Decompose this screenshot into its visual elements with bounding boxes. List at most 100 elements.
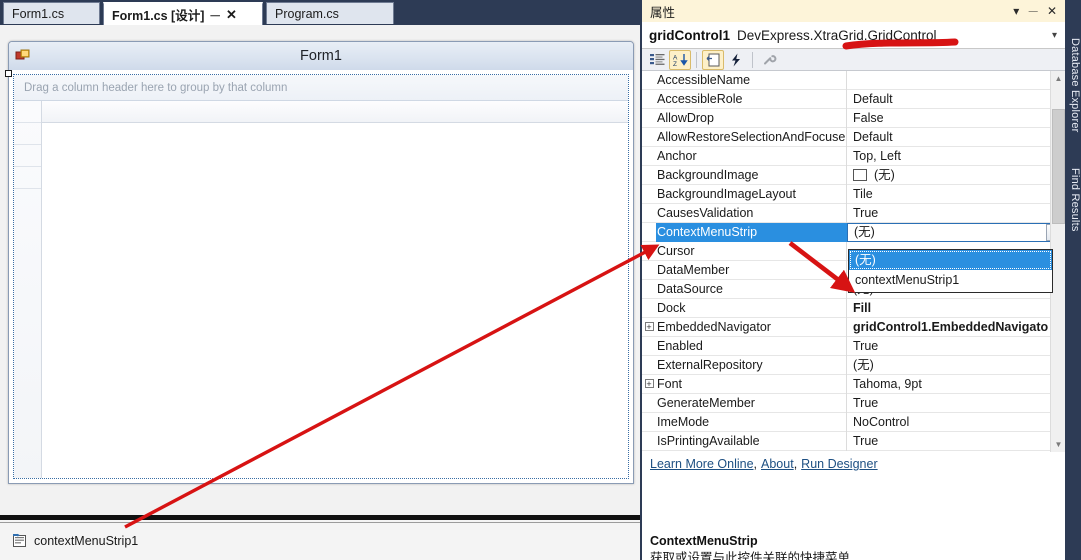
property-row[interactable]: Enabled True	[642, 336, 1065, 356]
expand-icon[interactable]: +	[642, 379, 656, 389]
learn-more-online-link[interactable]: Learn More Online	[650, 457, 754, 471]
property-value[interactable]: False	[847, 109, 1065, 128]
form-window[interactable]: Form1 Drag a column header here to group…	[5, 41, 634, 484]
property-name[interactable]: DataSource	[656, 279, 847, 299]
vtab-find-results[interactable]: Find Results	[1065, 152, 1081, 244]
property-name[interactable]: AccessibleName	[656, 71, 847, 90]
property-name[interactable]: DataMember	[656, 260, 847, 280]
property-name[interactable]: ImeMode	[656, 412, 847, 432]
image-preview-swatch	[853, 168, 867, 181]
vtab-database-explorer[interactable]: Database Explorer	[1065, 18, 1081, 148]
about-link[interactable]: About	[761, 457, 794, 471]
property-row[interactable]: ExternalRepository (无)	[642, 355, 1065, 375]
property-name[interactable]: AllowRestoreSelectionAndFocuse	[656, 127, 847, 147]
property-row[interactable]: Dock Fill	[642, 298, 1065, 318]
alphabetical-sort-button[interactable]: A Z	[669, 49, 691, 70]
tab-form1-cs-design[interactable]: Form1.cs [设计] ⏤ ✕	[103, 2, 263, 25]
object-selector-combobox[interactable]: gridControl1 DevExpress.XtraGrid.GridCon…	[642, 22, 1065, 49]
property-value[interactable]: Tahoma, 9pt	[847, 375, 1065, 394]
property-row[interactable]: ContextMenuStrip(无)▼	[642, 222, 1065, 242]
events-button[interactable]	[725, 50, 747, 70]
property-row[interactable]: AccessibleName	[642, 71, 1065, 90]
property-row[interactable]: AccessibleRole Default	[642, 89, 1065, 109]
pin-icon[interactable]: ⏤	[210, 9, 220, 21]
chevron-down-icon[interactable]: ▾	[1052, 30, 1061, 41]
close-icon[interactable]: ✕	[1047, 5, 1057, 17]
grid-group-panel-text: Drag a column header here to group by th…	[24, 81, 288, 94]
property-row[interactable]: CausesValidation True	[642, 203, 1065, 223]
property-row[interactable]: AllowRestoreSelectionAndFocuse Default	[642, 127, 1065, 147]
pin-icon[interactable]: ⏤	[1028, 5, 1038, 17]
property-name[interactable]: IsPrintingAvailable	[656, 431, 847, 451]
property-value[interactable]: gridControl1.EmbeddedNavigato	[847, 318, 1065, 337]
property-pages-button[interactable]	[758, 50, 780, 70]
property-row[interactable]: Anchor Top, Left	[642, 146, 1065, 166]
grid-row-indicator-column	[14, 101, 42, 478]
scroll-thumb[interactable]	[1052, 109, 1065, 224]
design-surface[interactable]: Form1 Drag a column header here to group…	[0, 25, 640, 520]
property-name[interactable]: Enabled	[656, 336, 847, 356]
property-value[interactable]	[847, 71, 1065, 90]
property-name[interactable]: EmbeddedNavigator	[656, 317, 847, 337]
property-value[interactable]: True	[847, 432, 1065, 451]
property-name[interactable]: GenerateMember	[656, 393, 847, 413]
property-value[interactable]: Tile	[847, 185, 1065, 204]
tab-label: Form1.cs [设计]	[112, 9, 205, 23]
window-menu-icon[interactable]: ▾	[1013, 5, 1019, 17]
property-value[interactable]: (无)	[847, 356, 1065, 375]
form-caption-bar: Form1	[9, 42, 633, 70]
properties-page-button[interactable]	[702, 49, 724, 70]
properties-titlebar[interactable]: 属性 ▾ ⏤ ✕	[642, 0, 1065, 22]
property-name[interactable]: AccessibleRole	[656, 89, 847, 109]
component-tray[interactable]: contextMenuStrip1	[0, 522, 640, 560]
dropdown-option[interactable]: contextMenuStrip1	[849, 270, 1052, 290]
property-value[interactable]: True	[847, 394, 1065, 413]
property-name[interactable]: ExternalRepository	[656, 355, 847, 375]
expand-icon[interactable]: +	[642, 322, 656, 332]
property-value[interactable]: Default	[847, 128, 1065, 147]
grid-data-area[interactable]	[42, 123, 628, 478]
property-row[interactable]: + Font Tahoma, 9pt	[642, 374, 1065, 394]
property-row[interactable]: IsPrintingAvailable True	[642, 431, 1065, 451]
property-name[interactable]: CausesValidation	[656, 203, 847, 223]
property-value[interactable]: (无)	[847, 166, 1065, 185]
property-value[interactable]: (无)▼	[847, 222, 1065, 242]
property-name[interactable]: BackgroundImage	[656, 165, 847, 185]
grid-group-panel[interactable]: Drag a column header here to group by th…	[14, 75, 628, 101]
tray-item-contextmenustrip1[interactable]: contextMenuStrip1	[12, 533, 138, 548]
property-name[interactable]: ContextMenuStrip	[656, 222, 847, 242]
tab-program-cs[interactable]: Program.cs	[266, 2, 394, 24]
property-name[interactable]: AllowDrop	[656, 108, 847, 128]
property-row[interactable]: GenerateMember True	[642, 393, 1065, 413]
property-value[interactable]: Default	[847, 90, 1065, 109]
categorized-view-button[interactable]	[646, 50, 668, 70]
property-row[interactable]: + EmbeddedNavigator gridControl1.EmbeddedN…	[642, 317, 1065, 337]
run-designer-link[interactable]: Run Designer	[801, 457, 877, 471]
property-value[interactable]: Fill	[847, 299, 1065, 318]
property-name[interactable]: Cursor	[656, 241, 847, 261]
property-value[interactable]: Top, Left	[847, 147, 1065, 166]
property-value[interactable]: NoControl	[847, 413, 1065, 432]
scroll-down-icon[interactable]: ▼	[1051, 437, 1066, 452]
grid-column-header-panel[interactable]	[14, 101, 628, 123]
property-name[interactable]: Font	[656, 374, 847, 394]
tab-form1-cs[interactable]: Form1.cs	[3, 2, 100, 24]
property-row[interactable]: BackgroundImage (无)	[642, 165, 1065, 185]
property-row[interactable]: BackgroundImageLayout Tile	[642, 184, 1065, 204]
contextmenustrip-dropdown-list[interactable]: (无) contextMenuStrip1	[848, 249, 1053, 293]
grid-indicator-cell	[14, 101, 41, 123]
property-name[interactable]: Dock	[656, 298, 847, 318]
scroll-up-icon[interactable]: ▲	[1051, 71, 1066, 86]
close-icon[interactable]: ✕	[226, 8, 237, 21]
property-name[interactable]: BackgroundImageLayout	[656, 184, 847, 204]
description-title: ContextMenuStrip	[650, 534, 758, 548]
tray-item-label: contextMenuStrip1	[34, 533, 139, 548]
property-name[interactable]: Anchor	[656, 146, 847, 166]
property-row[interactable]: ImeMode NoControl	[642, 412, 1065, 432]
property-row[interactable]: AllowDrop False	[642, 108, 1065, 128]
grid-control[interactable]: Drag a column header here to group by th…	[13, 74, 629, 479]
property-value[interactable]: True	[847, 337, 1065, 356]
property-value[interactable]: True	[847, 204, 1065, 223]
selection-handle[interactable]	[5, 70, 12, 77]
dropdown-option[interactable]: (无)	[849, 250, 1052, 270]
